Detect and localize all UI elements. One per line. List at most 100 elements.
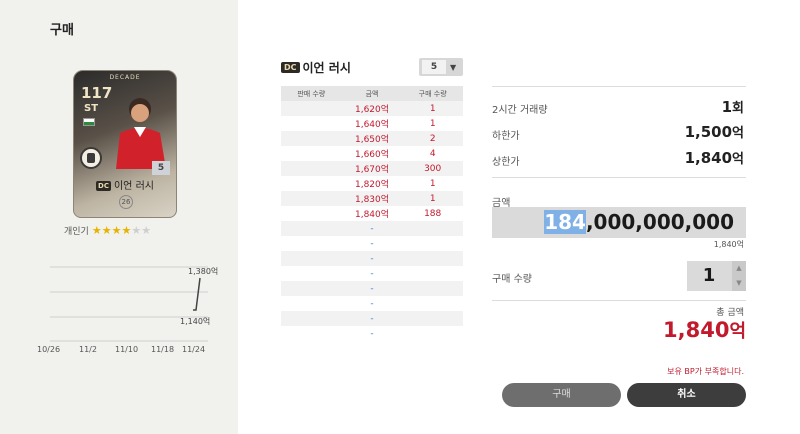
quantity-stepper[interactable]: 1 ▲ ▼ <box>687 261 746 291</box>
table-row[interactable]: 1,840억 188 <box>281 206 463 221</box>
col-header-sell-qty: 판매 수량 <box>297 89 326 98</box>
cell-buy-qty: 1 <box>429 103 436 114</box>
quantity-value: 1 <box>702 265 716 286</box>
amount-selected-text: 184 <box>544 210 586 234</box>
max-price-label: 상한가 <box>492 157 520 168</box>
min-price-label: 하한가 <box>492 131 520 142</box>
max-price-number: 1,840 <box>684 149 733 167</box>
cell-buy-qty: 1 <box>429 118 436 129</box>
cell-price: 1,660억 <box>354 150 390 160</box>
chart-x-tick: 11/24 <box>182 345 206 354</box>
chart-x-tick: 10/26 <box>37 345 61 354</box>
player-portrait-icon <box>116 98 166 169</box>
card-name: DC 이언 러시 <box>74 177 176 192</box>
season-badge-icon: DC <box>281 62 300 73</box>
table-row[interactable]: - <box>281 266 463 281</box>
stepper-down-icon[interactable]: ▼ <box>732 276 746 291</box>
cell-price: 1,670억 <box>354 165 390 175</box>
total-unit: 억 <box>729 321 746 342</box>
cell-price: 1,830억 <box>354 195 390 205</box>
star-icon: ★ <box>91 223 102 237</box>
listing-player-title: DC 이언 러시 <box>281 59 351 76</box>
chevron-down-icon: ▼ <box>450 62 457 72</box>
chart-price-line <box>193 277 201 311</box>
cell-price: - <box>370 313 374 324</box>
table-row[interactable]: 1,830억 1 <box>281 191 463 206</box>
card-decade-label: DECADE <box>109 74 141 81</box>
chart-high-label: 1,380억 <box>188 266 218 276</box>
star-icon: ★ <box>101 223 112 237</box>
price-history-chart: 1,380억 1,140억 <box>50 266 218 342</box>
star-icon: ★ <box>121 223 132 237</box>
chart-x-tick: 11/10 <box>115 345 139 354</box>
total-number: 1,840 <box>663 318 730 342</box>
cell-price: - <box>370 283 374 294</box>
table-row[interactable]: 1,660억 4 <box>281 146 463 161</box>
level-select-value: 5 <box>422 60 446 74</box>
stepper-buttons: ▲ ▼ <box>732 261 746 291</box>
stepper-up-icon[interactable]: ▲ <box>732 261 746 276</box>
cell-price: 1,620억 <box>354 105 390 115</box>
amount-rest-text: ,000,000,000 <box>585 210 734 234</box>
amount-input[interactable]: 184,000,000,000 <box>492 207 746 238</box>
card-position: ST <box>84 103 99 114</box>
cell-price: - <box>370 328 374 339</box>
popularity-label: 개인기 <box>64 227 89 237</box>
divider <box>492 86 746 87</box>
table-row[interactable]: 1,670억 300 <box>281 161 463 176</box>
quantity-label: 구매 수량 <box>492 274 532 285</box>
divider <box>492 177 746 178</box>
insufficient-bp-warning: 보유 BP가 부족합니다. <box>667 367 744 376</box>
divider <box>492 300 746 301</box>
buy-button[interactable]: 구매 <box>502 383 621 407</box>
col-header-buy-qty: 구매 수량 <box>418 89 447 98</box>
cell-buy-qty: 2 <box>429 133 436 144</box>
level-select[interactable]: 5 ▼ <box>419 58 463 76</box>
table-row[interactable]: - <box>281 296 463 311</box>
max-price-value: 1,840억 <box>685 148 744 167</box>
table-row[interactable]: 1,620억 1 <box>281 101 463 116</box>
season-badge-icon: DC <box>96 181 111 191</box>
table-row[interactable]: 1,650억 2 <box>281 131 463 146</box>
volume-label: 2시간 거래량 <box>492 105 548 116</box>
team-emblem-icon <box>80 147 102 169</box>
min-price-number: 1,500 <box>684 123 733 141</box>
table-row[interactable]: 1,640억 1 <box>281 116 463 131</box>
chart-x-tick: 11/2 <box>79 345 97 354</box>
chart-low-label: 1,140억 <box>180 316 210 326</box>
listing-player-name: 이언 러시 <box>302 61 351 75</box>
cell-price: 1,650억 <box>354 135 390 145</box>
table-row[interactable]: - <box>281 281 463 296</box>
table-row[interactable]: 1,820억 1 <box>281 176 463 191</box>
cell-buy-qty: 4 <box>429 148 436 159</box>
table-row[interactable]: - <box>281 326 463 341</box>
flag-icon <box>83 118 95 126</box>
table-row[interactable]: - <box>281 251 463 266</box>
cell-buy-qty: 1 <box>429 193 436 204</box>
cell-price: 1,840억 <box>354 210 390 220</box>
table-row[interactable]: - <box>281 221 463 236</box>
card-player-name: 이언 러시 <box>113 181 154 192</box>
cell-price: - <box>370 238 374 249</box>
volume-value: 1회 <box>722 97 744 116</box>
star-icon: ★ <box>111 223 122 237</box>
table-row[interactable]: - <box>281 311 463 326</box>
cell-price: 1,820억 <box>354 180 390 190</box>
total-amount: 1,840억 <box>663 317 746 343</box>
table-row[interactable]: - <box>281 236 463 251</box>
col-header-price: 금액 <box>365 89 379 98</box>
popularity: 개인기 ★★★★★★ <box>64 224 151 238</box>
cell-price: - <box>370 298 374 309</box>
cell-buy-qty: 300 <box>424 163 442 174</box>
cell-buy-qty: 1 <box>429 178 436 189</box>
cell-buy-qty: 188 <box>424 208 442 219</box>
orderbook-table: 판매 수량 금액 구매 수량 1,620억 1 1,640억 1 1,650억 2 1,66… <box>281 86 463 341</box>
left-panel: 구매 DECADE 117 ST 5 DC 이언 러시 26 개인기 ★★★★★★… <box>0 0 238 434</box>
amount-sub-value: 1,840억 <box>713 240 744 249</box>
cell-price: - <box>370 223 374 234</box>
cell-price: 1,640억 <box>354 120 390 130</box>
max-price-unit: 억 <box>732 152 744 167</box>
cancel-button[interactable]: 취소 <box>627 383 746 407</box>
star-rating: ★★★★★★ <box>92 225 151 237</box>
volume-number: 1 <box>721 98 733 116</box>
